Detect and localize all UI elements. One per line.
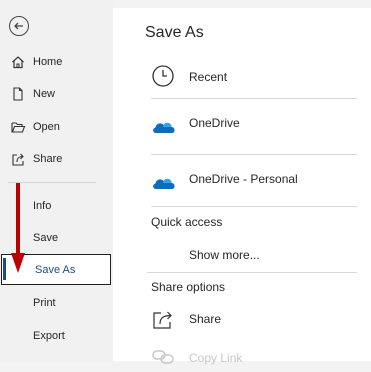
sidebar-item-label: Export bbox=[33, 330, 65, 342]
show-more-link[interactable]: Show more... bbox=[151, 246, 371, 264]
location-label: OneDrive bbox=[189, 116, 240, 130]
link-icon bbox=[151, 345, 175, 372]
folder-open-icon bbox=[10, 119, 26, 135]
share-option-copy-link[interactable]: Copy Link bbox=[151, 345, 371, 369]
sidebar-item-label: Save As bbox=[35, 263, 76, 276]
sidebar-item-print[interactable]: Print bbox=[0, 287, 113, 319]
sidebar-item-share[interactable]: Share bbox=[0, 143, 113, 175]
sidebar-item-open[interactable]: Open bbox=[0, 111, 113, 143]
quick-access-heading: Quick access bbox=[151, 215, 223, 229]
save-as-panel: Save As Recent OneDrive OneDrive - Perso… bbox=[113, 8, 371, 365]
location-onedrive[interactable]: OneDrive bbox=[151, 114, 371, 138]
onedrive-cloud-icon bbox=[151, 170, 177, 197]
sidebar-item-label: Open bbox=[33, 121, 60, 133]
share-option-share[interactable]: Share bbox=[151, 307, 371, 331]
sidebar-item-label: Print bbox=[33, 297, 56, 309]
sidebar-item-new[interactable]: New bbox=[0, 78, 113, 110]
backstage-sidebar: Home New Open Share Info Save Save As Pr… bbox=[0, 0, 113, 361]
sidebar-item-label: Info bbox=[33, 200, 52, 212]
location-onedrive-personal[interactable]: OneDrive - Personal bbox=[151, 170, 371, 194]
share-option-label: Share bbox=[189, 312, 222, 326]
back-arrow-icon bbox=[14, 22, 23, 30]
sidebar-item-label: Home bbox=[33, 56, 63, 68]
sidebar-item-label: Save bbox=[33, 232, 59, 244]
location-recent[interactable]: Recent bbox=[151, 64, 371, 88]
share-option-label: Copy Link bbox=[189, 351, 243, 365]
share-icon bbox=[10, 151, 26, 167]
share-icon bbox=[151, 307, 175, 334]
divider bbox=[151, 206, 357, 207]
sidebar-item-label: New bbox=[33, 88, 56, 100]
selection-indicator bbox=[3, 258, 6, 280]
divider bbox=[147, 272, 357, 273]
new-document-icon bbox=[10, 86, 26, 102]
annotation-arrow-icon bbox=[11, 183, 25, 273]
sidebar-item-home[interactable]: Home bbox=[0, 46, 113, 78]
sidebar-item-label: Share bbox=[33, 153, 63, 165]
show-more-label: Show more... bbox=[189, 248, 260, 262]
share-options-heading: Share options bbox=[151, 280, 226, 294]
divider bbox=[151, 154, 357, 155]
back-button[interactable] bbox=[9, 16, 29, 36]
location-label: OneDrive - Personal bbox=[189, 172, 298, 186]
clock-icon bbox=[151, 64, 175, 91]
onedrive-cloud-icon bbox=[151, 114, 177, 141]
divider bbox=[151, 98, 357, 99]
sidebar-item-export[interactable]: Export bbox=[0, 320, 113, 352]
location-label: Recent bbox=[189, 70, 228, 84]
page-title: Save As bbox=[145, 24, 204, 41]
home-icon bbox=[10, 54, 26, 70]
